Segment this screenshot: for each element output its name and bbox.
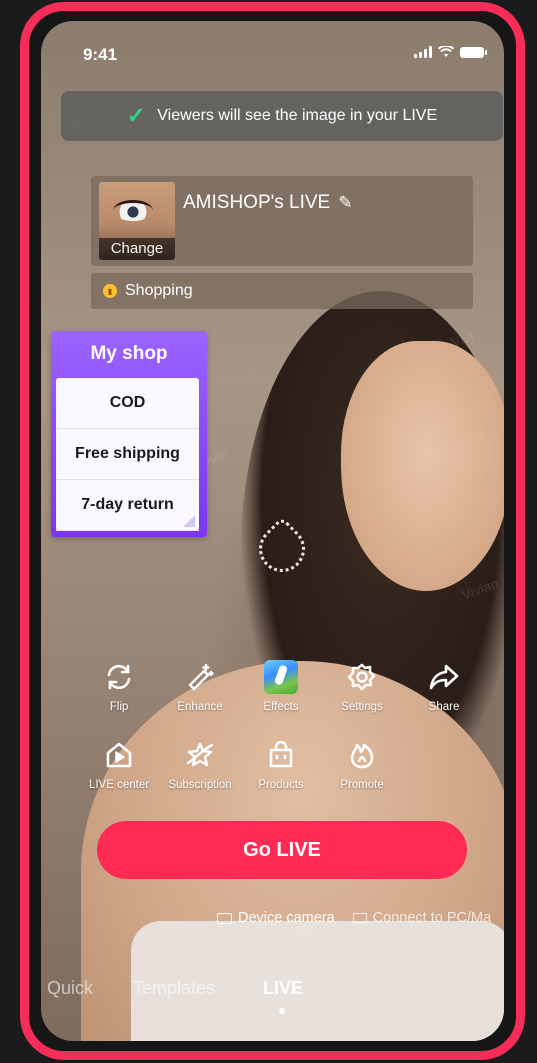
my-shop-sticker[interactable]: My shop COD Free shipping 7-day return [51, 331, 207, 537]
cover-image [113, 200, 153, 221]
products-button[interactable]: Products [236, 737, 326, 791]
tab-templates[interactable]: Templates [133, 978, 215, 999]
monitor-icon [352, 913, 367, 923]
share-icon [429, 664, 459, 690]
photo-face [341, 341, 504, 591]
device-camera-option[interactable]: Device camera [217, 910, 335, 926]
go-live-button[interactable]: Go LIVE [97, 821, 467, 879]
tool-label: Enhance [177, 701, 223, 713]
status-bar: 9:41 [41, 21, 504, 71]
shopping-label: Shopping [125, 282, 193, 299]
tool-label: Settings [341, 701, 383, 713]
tool-label: Products [258, 779, 304, 791]
tool-label: Flip [109, 701, 129, 713]
change-cover-label[interactable]: Change [99, 238, 175, 260]
toast-text: Viewers will see the image in your LIVE [157, 107, 438, 124]
live-center-icon [106, 742, 132, 768]
promote-button[interactable]: Promote [317, 737, 407, 791]
active-tab-indicator [279, 1008, 285, 1014]
subscription-button[interactable]: Subscription [155, 737, 245, 791]
check-icon: ✓ [126, 103, 146, 128]
live-title-text: AMISHOP's LIVE [183, 192, 331, 213]
my-shop-item: COD [56, 378, 199, 429]
tool-label: LIVE center [88, 779, 150, 791]
tool-label: Effects [263, 701, 299, 713]
cover-thumbnail[interactable]: Change [99, 182, 175, 260]
promote-icon [350, 743, 374, 769]
tool-label: Share [428, 701, 460, 713]
effects-icon [264, 660, 298, 694]
toast-notification: ✓ Viewers will see the image in your LIV… [61, 91, 503, 141]
connect-pc-label: Connect to PC/Ma [372, 910, 492, 926]
shopping-bag-icon: ▮ [103, 284, 117, 298]
my-shop-item: 7-day return [56, 480, 199, 531]
status-icons [414, 46, 487, 58]
subscription-icon [186, 742, 214, 767]
tool-label: Subscription [168, 779, 232, 791]
effects-button[interactable]: Effects [236, 659, 326, 713]
wifi-icon [438, 46, 454, 57]
status-time: 9:41 [83, 45, 118, 64]
edit-icon[interactable]: ✎ [338, 193, 352, 213]
signal-icon [414, 46, 432, 58]
live-center-button[interactable]: LIVE center [74, 737, 164, 791]
phone-frame: Vivian Vivi Vivian 9:41 ✕ ✓ Viewer [20, 2, 525, 1060]
flip-button[interactable]: Flip [74, 659, 164, 713]
enhance-icon [188, 663, 214, 691]
enhance-button[interactable]: Enhance [155, 659, 245, 713]
camera-source-options: Device camera Connect to PC/Ma [217, 910, 491, 926]
products-icon [269, 740, 293, 768]
tool-label: Promote [340, 779, 384, 791]
tab-quick[interactable]: Quick [47, 978, 93, 999]
shopping-row[interactable]: ▮ Shopping [91, 273, 473, 309]
live-title[interactable]: AMISHOP's LIVE ✎ [183, 192, 352, 214]
share-button[interactable]: Share [399, 659, 489, 713]
camera-preview: Vivian Vivi Vivian 9:41 ✕ ✓ Viewer [41, 21, 504, 1041]
tab-live[interactable]: LIVE [263, 978, 303, 999]
flip-icon [107, 664, 131, 690]
settings-button[interactable]: Settings [317, 659, 407, 713]
battery-icon [460, 46, 487, 58]
my-shop-item: Free shipping [56, 429, 199, 480]
camera-icon [217, 912, 232, 924]
settings-icon [347, 663, 376, 691]
mode-tabs: Quick Templates LIVE [41, 978, 504, 1008]
my-shop-list: COD Free shipping 7-day return [56, 378, 199, 531]
my-shop-title: My shop [90, 343, 168, 364]
connect-pc-option[interactable]: Connect to PC/Ma [352, 910, 492, 926]
live-title-card: Change AMISHOP's LIVE ✎ [91, 176, 473, 266]
device-camera-label: Device camera [238, 910, 335, 926]
